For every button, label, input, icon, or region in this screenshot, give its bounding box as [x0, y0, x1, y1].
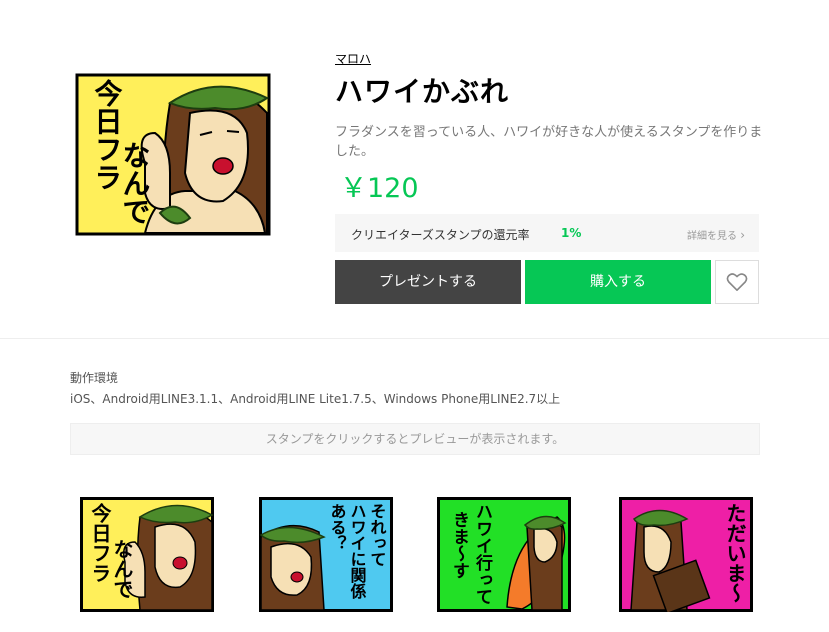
svg-text:それって: それって	[368, 503, 387, 567]
present-button[interactable]: プレゼントする	[335, 260, 521, 304]
chevron-right-icon: ›	[740, 228, 745, 242]
reward-rate-panel: クリエイターズスタンプの還元率 1% 詳細を見る ›	[335, 214, 759, 252]
product-price: ￥120	[340, 173, 419, 204]
details-link[interactable]: 詳細を見る ›	[687, 227, 745, 242]
environment-title: 動作環境	[70, 371, 119, 385]
svg-text:今日フラ: 今日フラ	[88, 502, 112, 583]
svg-text:ハワイ行って: ハワイ行って	[472, 503, 494, 605]
environment-value: iOS、Android用LINE3.1.1、Android用LINE Lite1…	[70, 392, 561, 406]
details-link-label: 詳細を見る	[687, 231, 737, 242]
svg-text:なんで: なんで	[110, 539, 134, 599]
svg-text:きま〜す: きま〜す	[449, 511, 469, 579]
svg-text:ただいま〜: ただいま〜	[723, 503, 747, 603]
buy-button[interactable]: 購入する	[525, 260, 711, 304]
product-title: ハワイかぶれ	[335, 75, 510, 108]
preview-hint: スタンプをクリックするとプレビューが表示されます。	[70, 423, 760, 455]
sticker-4[interactable]: ただいま〜	[619, 497, 753, 615]
reward-rate: 1%	[561, 226, 582, 240]
heart-outline-icon	[726, 273, 748, 291]
main-sticker-image: 今日フラ なんで	[75, 73, 271, 236]
favorite-button[interactable]	[715, 260, 759, 304]
sticker-2[interactable]: それって ハワイに関係 ある？	[259, 497, 393, 612]
svg-text:ハワイに関係: ハワイに関係	[348, 503, 367, 600]
svg-text:ある？: ある？	[328, 503, 347, 551]
section-divider	[0, 338, 829, 339]
product-description: フラダンスを習っている人、ハワイが好きな人が使えるスタンプを作りました。	[335, 125, 763, 159]
sticker-1[interactable]: 今日フラ なんで	[80, 497, 214, 612]
svg-text:なんで: なんで	[119, 141, 152, 225]
author-link[interactable]: マロハ	[335, 50, 371, 67]
sticker-3[interactable]: ハワイ行って きま〜す	[437, 497, 571, 612]
reward-label: クリエイターズスタンプの還元率	[351, 228, 530, 242]
